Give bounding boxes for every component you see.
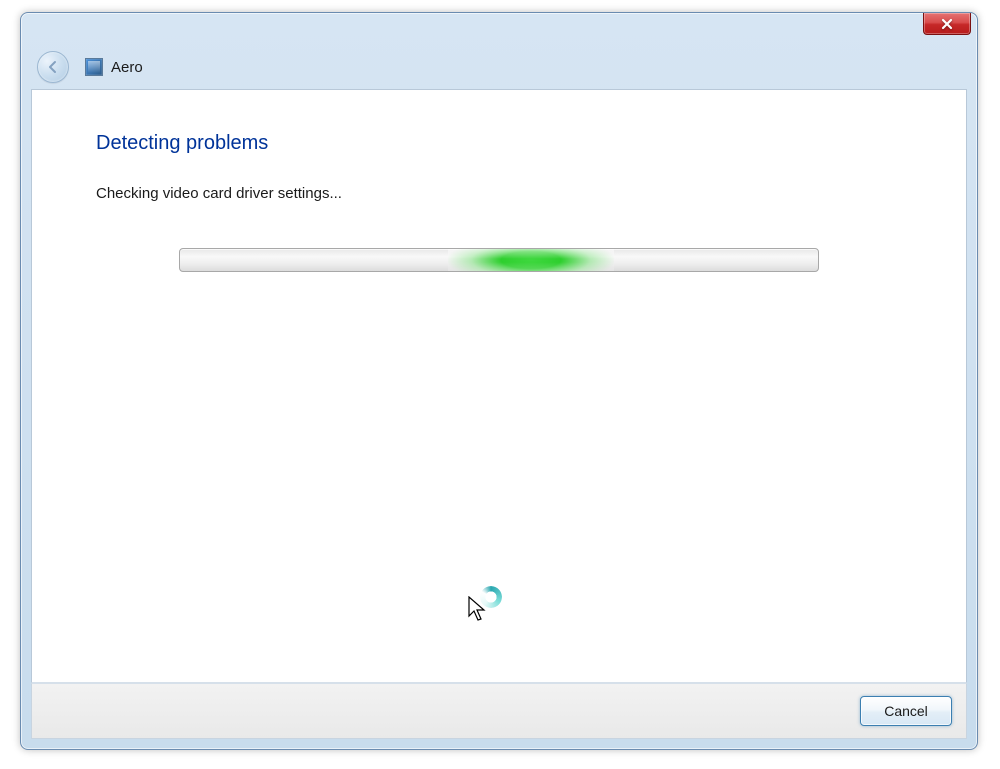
- cancel-button[interactable]: Cancel: [860, 696, 952, 726]
- troubleshooter-window: Aero Detecting problems Checking video c…: [20, 12, 978, 750]
- back-arrow-icon: [45, 59, 61, 75]
- header-title-group: Aero: [85, 58, 143, 76]
- close-button[interactable]: [923, 13, 971, 35]
- close-icon: [941, 18, 953, 30]
- aero-app-icon: [85, 58, 103, 76]
- content-inner: Detecting problems Checking video card d…: [32, 90, 966, 314]
- titlebar: [21, 13, 977, 43]
- back-button[interactable]: [37, 51, 69, 83]
- window-title: Aero: [111, 59, 143, 76]
- status-text: Checking video card driver settings...: [96, 185, 902, 202]
- progress-bar: [179, 248, 819, 272]
- progress-wrap: [179, 248, 819, 272]
- footer-bar: Cancel: [31, 683, 967, 739]
- header-row: Aero: [21, 43, 977, 91]
- progress-marquee: [448, 249, 614, 271]
- content-panel: Detecting problems Checking video card d…: [31, 89, 967, 683]
- page-heading: Detecting problems: [96, 132, 902, 155]
